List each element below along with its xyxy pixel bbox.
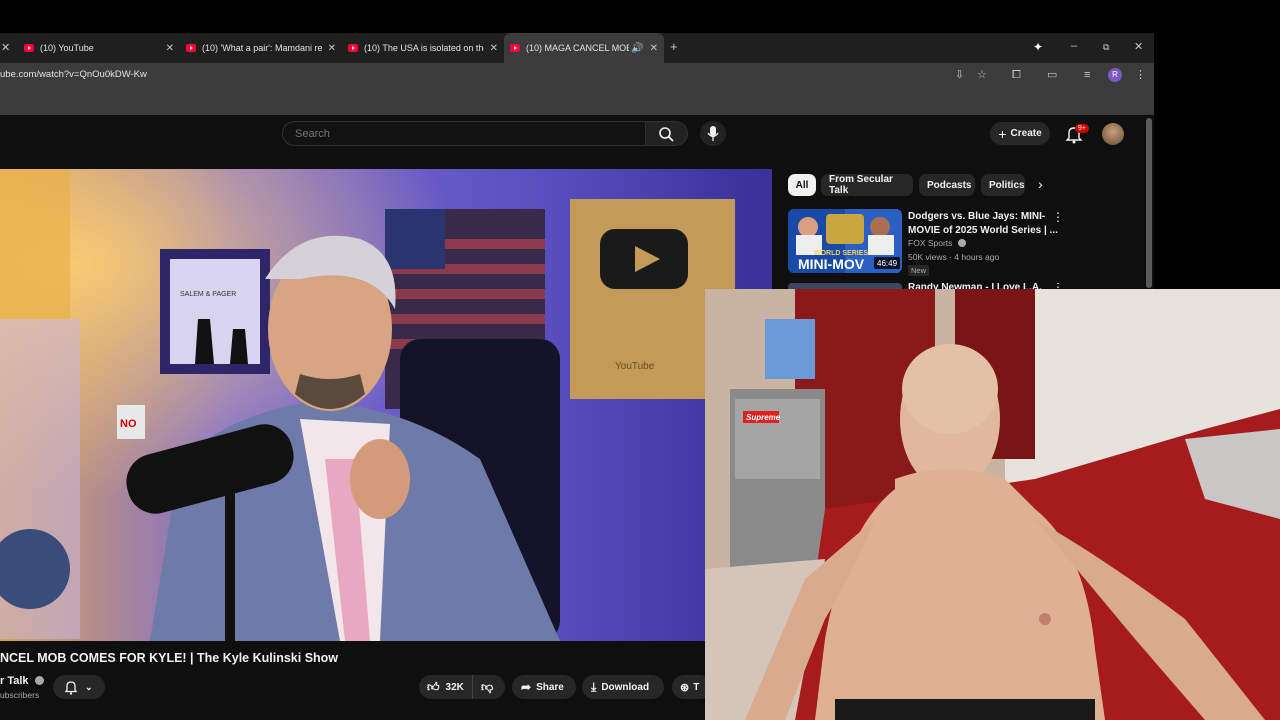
like-count: 32K [445, 681, 464, 693]
search-box[interactable] [282, 121, 646, 146]
media-controls-icon[interactable]: ≡ [1084, 69, 1090, 81]
tab-title: (10) YouTube [40, 43, 94, 53]
chip-podcasts[interactable]: Podcasts [919, 174, 975, 196]
channel-name[interactable]: r Talk [0, 675, 44, 687]
share-arrow-icon: ➦ [521, 680, 532, 694]
duration-badge: 46:49 [877, 259, 898, 268]
chip-all[interactable]: All [788, 174, 816, 196]
tab-title: (10) The USA is isolated on the [364, 43, 484, 53]
download-label: Download [601, 681, 650, 693]
channel-name-text: r Talk [0, 675, 29, 687]
install-app-icon[interactable]: ⇩ [955, 69, 964, 81]
thumbs-down-icon: 👎︎ [481, 679, 494, 694]
thanks-label: T [693, 681, 700, 693]
restore-icon[interactable]: ⧉ [1103, 41, 1109, 53]
verified-icon [957, 239, 966, 247]
create-label: Create [1010, 128, 1042, 139]
chevron-right-icon[interactable]: › [1038, 176, 1043, 192]
new-badge: New [908, 265, 930, 276]
webcam-image: Supreme [705, 289, 1280, 720]
user-avatar[interactable] [1102, 123, 1124, 145]
url-text[interactable]: ube.com/watch?v=QnOu0kDW-Kw [0, 69, 147, 80]
voice-search-button[interactable] [700, 121, 726, 146]
youtube-favicon-icon [186, 44, 196, 52]
tab-close-icon[interactable]: ✕ [328, 43, 336, 54]
browser-tab-active[interactable]: (10) MAGA CANCEL MOB C 🔊 ✕ [504, 33, 664, 63]
more-options-icon[interactable]: ⋮ [1052, 210, 1064, 224]
minimize-icon[interactable]: – [1071, 40, 1077, 52]
thanks-icon: ⊛ [680, 681, 690, 694]
browser-tab[interactable]: (10) The USA is isolated on the ✕ [348, 33, 498, 63]
recommendation-title-line: MOVIE of 2025 World Series | ... [908, 225, 1058, 236]
bookmark-star-icon[interactable]: ☆ [977, 69, 987, 81]
plaque-youtube-text: YouTube [615, 361, 655, 372]
tab-close-icon[interactable]: ✕ [1, 42, 10, 54]
like-button[interactable]: 👍︎ 32K [419, 675, 473, 699]
thumb-text: MINI-MOV [798, 256, 865, 272]
share-button[interactable]: ➦ Share [512, 675, 576, 699]
tab-close-icon[interactable]: ✕ [166, 43, 174, 54]
youtube-favicon-icon [24, 44, 34, 52]
chrome-menu-icon[interactable]: ⋮ [1135, 69, 1146, 81]
subscribed-bell-button[interactable]: ⌄ [53, 675, 105, 699]
fridge-label: Supreme [746, 413, 781, 422]
gemini-sparkle-icon[interactable]: ✦ [1033, 41, 1043, 53]
youtube-favicon-icon [510, 44, 520, 52]
share-label: Share [536, 681, 564, 693]
browser-tab[interactable]: (10) 'What a pair': Mamdani re ✕ [186, 33, 336, 63]
recommendation-meta: 50K views · 4 hours ago [908, 252, 1000, 262]
profile-avatar-icon[interactable]: R [1108, 68, 1122, 82]
tab-title: (10) MAGA CANCEL MOB C [526, 43, 629, 53]
search-button[interactable] [646, 121, 688, 146]
search-input[interactable] [293, 127, 617, 141]
bookmarks-bar [0, 87, 1154, 115]
thumbnail-image: WORLD SERIES MINI-MOV 46:49 [788, 209, 902, 273]
notification-count-badge: 9+ [1075, 124, 1089, 133]
recommendation-channel[interactable]: FOX Sports [908, 238, 966, 248]
video-title: NCEL MOB COMES FOR KYLE! | The Kyle Kuli… [0, 651, 339, 665]
audio-playing-icon[interactable]: 🔊 [631, 43, 643, 54]
screen-top-strip [0, 0, 1280, 33]
page-scrollbar[interactable] [1146, 118, 1152, 288]
chip-politics[interactable]: Politics [981, 174, 1025, 196]
browser-tab-strip: ✕ (10) YouTube ✕ (10) 'What a pair': Mam… [0, 33, 1154, 63]
recommendation-title-line: Dodgers vs. Blue Jays: MINI- [908, 211, 1046, 222]
tab-title: (10) 'What a pair': Mamdani re [202, 43, 322, 53]
close-window-icon[interactable]: ✕ [1134, 41, 1143, 53]
video-frame-image: SALEM & PAGER YouTube NO [0, 169, 772, 641]
bell-icon [64, 681, 78, 695]
dislike-button[interactable]: 👎︎ [473, 675, 505, 699]
youtube-favicon-icon [348, 44, 358, 52]
thumbs-up-icon: 👍︎ [427, 679, 440, 694]
webcam-overlay: Supreme [705, 289, 1280, 720]
microphone-icon [707, 126, 719, 141]
plus-icon: + [998, 125, 1007, 142]
video-player[interactable]: SALEM & PAGER YouTube NO [0, 169, 772, 641]
browser-tab[interactable]: (10) YouTube ✕ [24, 33, 174, 63]
tab-close-icon[interactable]: ✕ [650, 43, 658, 54]
frame-sign-text: SALEM & PAGER [180, 291, 236, 298]
chevron-down-icon: ⌄ [85, 681, 93, 692]
recommendation-channel-text: FOX Sports [908, 238, 953, 248]
recommendation-thumbnail[interactable]: WORLD SERIES MINI-MOV 46:49 [788, 209, 902, 273]
new-tab-icon[interactable]: + [670, 40, 678, 53]
tab-close-icon[interactable]: ✕ [490, 43, 498, 54]
no-sign-text: NO [120, 418, 137, 430]
download-icon: ⤓ [591, 679, 597, 694]
download-button[interactable]: ⤓ Download [582, 675, 664, 699]
extensions-puzzle-icon[interactable]: ⧠ [1012, 69, 1021, 81]
recommendation-title[interactable]: Dodgers vs. Blue Jays: MINI- MOVIE of 20… [908, 210, 1058, 238]
subscriber-count: ubscribers [0, 690, 40, 700]
create-button[interactable]: + Create [990, 122, 1050, 145]
search-icon [659, 127, 674, 142]
chip-from-secular-talk[interactable]: From Secular Talk [821, 174, 913, 196]
side-panel-icon[interactable]: ▭ [1047, 69, 1057, 81]
verified-icon [34, 676, 44, 685]
